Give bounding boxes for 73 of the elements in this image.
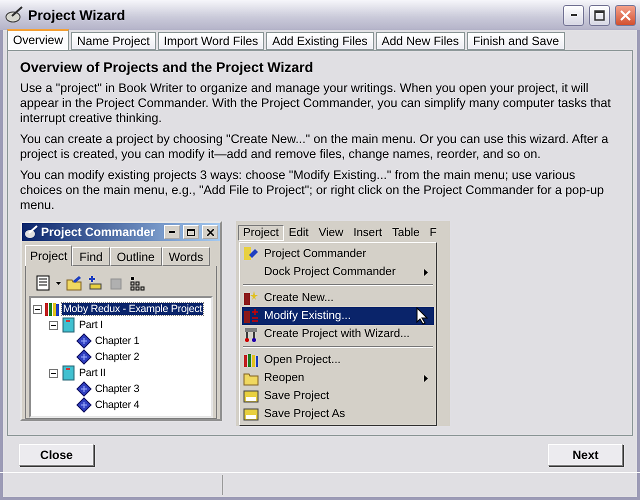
tree-item[interactable]: Chapter 4	[94, 399, 140, 411]
maximize-button[interactable]	[589, 4, 610, 26]
menu-item[interactable]: Create New...	[242, 289, 434, 307]
tree-item[interactable]: Chapter 3	[94, 383, 140, 395]
commander-title: Project Commander	[41, 225, 156, 239]
menu-title[interactable]: Table	[387, 224, 425, 240]
document-icon	[76, 349, 92, 365]
tab[interactable]: Words	[162, 247, 210, 266]
minimize-icon	[169, 231, 175, 233]
books-icon	[44, 301, 60, 317]
tab[interactable]: Add Existing Files	[266, 32, 374, 50]
window-title: Project Wizard	[28, 7, 126, 23]
document-icon	[76, 397, 92, 413]
menu-title[interactable]: Project	[238, 224, 284, 240]
submenu-arrow-icon	[424, 268, 428, 276]
menu-title[interactable]: Edit	[284, 224, 314, 240]
menu-item[interactable]: Create Project with Wizard...	[242, 325, 434, 343]
tab[interactable]: Project	[25, 245, 72, 266]
menu-item[interactable]: Save Project As	[242, 405, 434, 423]
book-plus-icon	[243, 308, 259, 324]
folder-icon	[66, 275, 82, 291]
book-icon	[60, 365, 76, 381]
maximize-icon	[187, 228, 195, 236]
document-icon	[76, 333, 92, 349]
add-file-icon	[87, 275, 103, 291]
collapse-toggle[interactable]	[33, 304, 42, 314]
tab[interactable]: Import Word Files	[158, 32, 264, 50]
tree-item[interactable]: Part II	[78, 367, 107, 379]
tree-item[interactable]: Part I	[78, 319, 104, 331]
wizard-tools-icon	[243, 326, 259, 342]
menu-title[interactable]: Insert	[348, 224, 388, 240]
books-icon	[243, 352, 259, 368]
tab[interactable]: Find	[72, 247, 110, 266]
tree-item[interactable]: Chapter 2	[94, 351, 140, 363]
tree-view-icon	[129, 275, 145, 291]
tree-item[interactable]: Moby Redux - Example Project	[62, 303, 204, 315]
paragraph: You can create a project by choosing "Create New..." on the main menu. Or you can use this wizard. After a project is created, you can modify it—add and remove files, change names, reorder, and so on.	[20, 132, 610, 162]
close-icon	[206, 228, 214, 236]
collapse-toggle[interactable]	[49, 368, 58, 378]
tab[interactable]: Overview	[7, 29, 70, 50]
tab[interactable]: Add New Files	[376, 32, 465, 50]
tab[interactable]: Finish and Save	[466, 32, 565, 50]
menu-title[interactable]: F	[424, 224, 442, 240]
mouse-pointer-icon	[416, 307, 428, 325]
close-icon	[620, 10, 631, 20]
book-icon	[60, 317, 76, 333]
menu-item[interactable]: Open Project...	[242, 351, 434, 369]
maximize-icon	[594, 10, 605, 20]
menu-item[interactable]: Reopen	[242, 369, 434, 387]
menu-item[interactable]: Dock Project Commander	[242, 263, 434, 281]
book-pen-icon	[243, 246, 259, 262]
quill-icon	[5, 6, 23, 24]
paragraph: Use a "project" in Book Writer to organize and manage your writings. When you open your project, it will appear in the Project Commander. With the Project Commander, you can simplify many computer tasks that interrupt creative thinking.	[20, 81, 612, 126]
tab[interactable]: Outline	[110, 247, 162, 266]
menu-item[interactable]: Project Commander	[242, 245, 434, 263]
collapse-toggle[interactable]	[49, 320, 58, 330]
menu-item[interactable]: Save Project	[242, 387, 434, 405]
paragraph: You can modify existing projects 3 ways: choose "Modify Existing..." from the main menu; use various choices on the main menu, e.g., "Add File to Project"; or right click on the Project Commander for a pop-up menu.	[20, 168, 605, 213]
book-star-icon	[243, 290, 259, 306]
document-icon	[76, 381, 92, 397]
minimize-icon	[570, 14, 576, 16]
section-heading: Overview of Projects and the Project Wizard	[20, 59, 314, 75]
list-icon	[35, 275, 51, 291]
caret-icon	[56, 282, 61, 284]
menu-title[interactable]: View	[314, 224, 348, 240]
quill-icon	[24, 225, 38, 239]
tree-item[interactable]: Chapter 1	[94, 335, 140, 347]
dialog-button[interactable]: Next	[548, 444, 623, 466]
dialog-button[interactable]: Close	[19, 444, 94, 466]
minimize-button[interactable]	[563, 4, 584, 26]
menu-item[interactable]: Modify Existing...	[242, 307, 434, 325]
tab[interactable]: Name Project	[71, 32, 156, 50]
submenu-arrow-icon	[424, 374, 428, 382]
